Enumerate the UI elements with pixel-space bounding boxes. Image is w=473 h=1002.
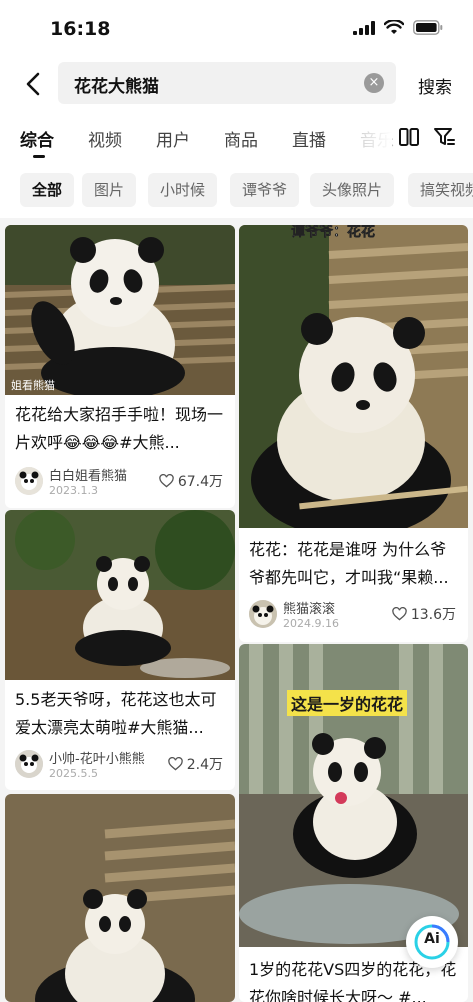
search-input[interactable]: 花花大熊猫 × xyxy=(58,62,396,104)
tab-users[interactable]: 用户 xyxy=(156,126,190,151)
tab-products[interactable]: 商品 xyxy=(224,126,258,151)
feed-card[interactable]: 谭爷爷：花花 花花：花花是谁呀 为什么爷爷都先叫它，才叫我“果赖... 熊猫滚滚… xyxy=(239,225,468,642)
heart-icon[interactable] xyxy=(168,757,183,771)
chip-avatar-photos[interactable]: 头像照片 xyxy=(310,173,395,207)
heart-icon[interactable] xyxy=(392,607,407,621)
avatar[interactable] xyxy=(249,600,277,628)
active-tab-indicator xyxy=(33,155,45,158)
layout-toggle-icon[interactable] xyxy=(398,126,420,148)
card-title[interactable]: 花花：花花是谁呀 为什么爷爷都先叫它，才叫我“果赖... xyxy=(249,536,458,592)
status-time: 16:18 xyxy=(50,18,111,40)
card-title[interactable]: 花花给大家招手手啦！现场一片欢呼😂😂😂#大熊... xyxy=(15,401,225,457)
tab-video[interactable]: 视频 xyxy=(88,126,122,151)
search-button[interactable]: 搜索 xyxy=(418,73,452,98)
heart-icon[interactable] xyxy=(159,474,174,488)
feed-card[interactable]: 5.5老天爷呀，花花这也太可爱太漂亮太萌啦#大熊猫... 小帅-花叶小熊熊 20… xyxy=(5,510,235,790)
author-name[interactable]: 熊猫滚滚 xyxy=(283,598,339,617)
tab-live[interactable]: 直播 xyxy=(292,126,326,151)
chip-images[interactable]: 图片 xyxy=(82,173,137,207)
thumbnail-caption: 谭爷爷：花花 xyxy=(291,225,376,240)
wifi-icon xyxy=(384,20,404,34)
clear-search-icon[interactable]: × xyxy=(364,73,384,93)
feed-card[interactable] xyxy=(5,794,235,1002)
back-arrow-icon[interactable] xyxy=(20,70,48,98)
chip-childhood[interactable]: 小时候 xyxy=(148,173,218,207)
post-date: 2025.5.5 xyxy=(49,767,98,780)
card-thumbnail[interactable] xyxy=(239,225,468,528)
feed-card[interactable]: 姐看熊猫 花花给大家招手手啦！现场一片欢呼😂😂😂#大熊... 白白姐看熊猫 20… xyxy=(5,225,235,508)
search-query-text[interactable]: 花花大熊猫 xyxy=(74,72,159,97)
like-count-value: 2.4万 xyxy=(186,757,223,773)
post-date: 2023.1.3 xyxy=(49,484,98,497)
card-title[interactable]: 5.5老天爷呀，花花这也太可爱太漂亮太萌啦#大熊猫... xyxy=(15,686,225,742)
author-name[interactable]: 白白姐看熊猫 xyxy=(49,465,127,484)
chip-all[interactable]: 全部 xyxy=(20,173,75,207)
author-name[interactable]: 小帅-花叶小熊熊 xyxy=(49,748,145,767)
category-tabs: 综合 视频 用户 商品 直播 音乐 xyxy=(0,110,473,162)
tab-comprehensive[interactable]: 综合 xyxy=(20,126,54,151)
cellular-signal-icon xyxy=(353,20,375,35)
card-thumbnail[interactable] xyxy=(5,225,235,395)
card-author[interactable]: 小帅-花叶小熊熊 2025.5.5 xyxy=(15,748,145,780)
filter-icon[interactable] xyxy=(433,126,455,148)
filter-chips: 全部 图片 小时候 谭爷爷 头像照片 搞笑视频 xyxy=(0,162,473,218)
ai-label: Ai xyxy=(424,931,440,947)
avatar[interactable] xyxy=(15,750,43,778)
like-count[interactable]: 2.4万 xyxy=(168,754,223,774)
tab-fade-overlay xyxy=(342,120,392,156)
card-author[interactable]: 白白姐看熊猫 2023.1.3 xyxy=(15,465,127,497)
status-bar: 16:18 xyxy=(0,0,473,60)
status-icons xyxy=(353,20,443,35)
card-thumbnail[interactable] xyxy=(5,794,235,1002)
like-count[interactable]: 13.6万 xyxy=(392,604,456,624)
card-thumbnail[interactable] xyxy=(5,510,235,680)
avatar[interactable] xyxy=(15,467,43,495)
battery-icon xyxy=(413,20,443,35)
thumbnail-caption: 这是一岁的花花 xyxy=(287,690,408,716)
search-bar-row: 花花大熊猫 × 搜索 xyxy=(0,60,473,110)
like-count-value: 67.4万 xyxy=(177,474,223,490)
ai-assistant-button[interactable]: Ai xyxy=(406,916,458,968)
like-count-value: 13.6万 xyxy=(410,607,456,623)
post-date: 2024.9.16 xyxy=(283,617,339,630)
card-author[interactable]: 熊猫滚滚 2024.9.16 xyxy=(249,598,339,630)
chip-grandpa-tan[interactable]: 谭爷爷 xyxy=(230,173,300,207)
thumbnail-watermark: 姐看熊猫 xyxy=(11,379,55,392)
like-count[interactable]: 67.4万 xyxy=(159,471,223,491)
chip-funny-videos[interactable]: 搞笑视频 xyxy=(408,173,473,207)
